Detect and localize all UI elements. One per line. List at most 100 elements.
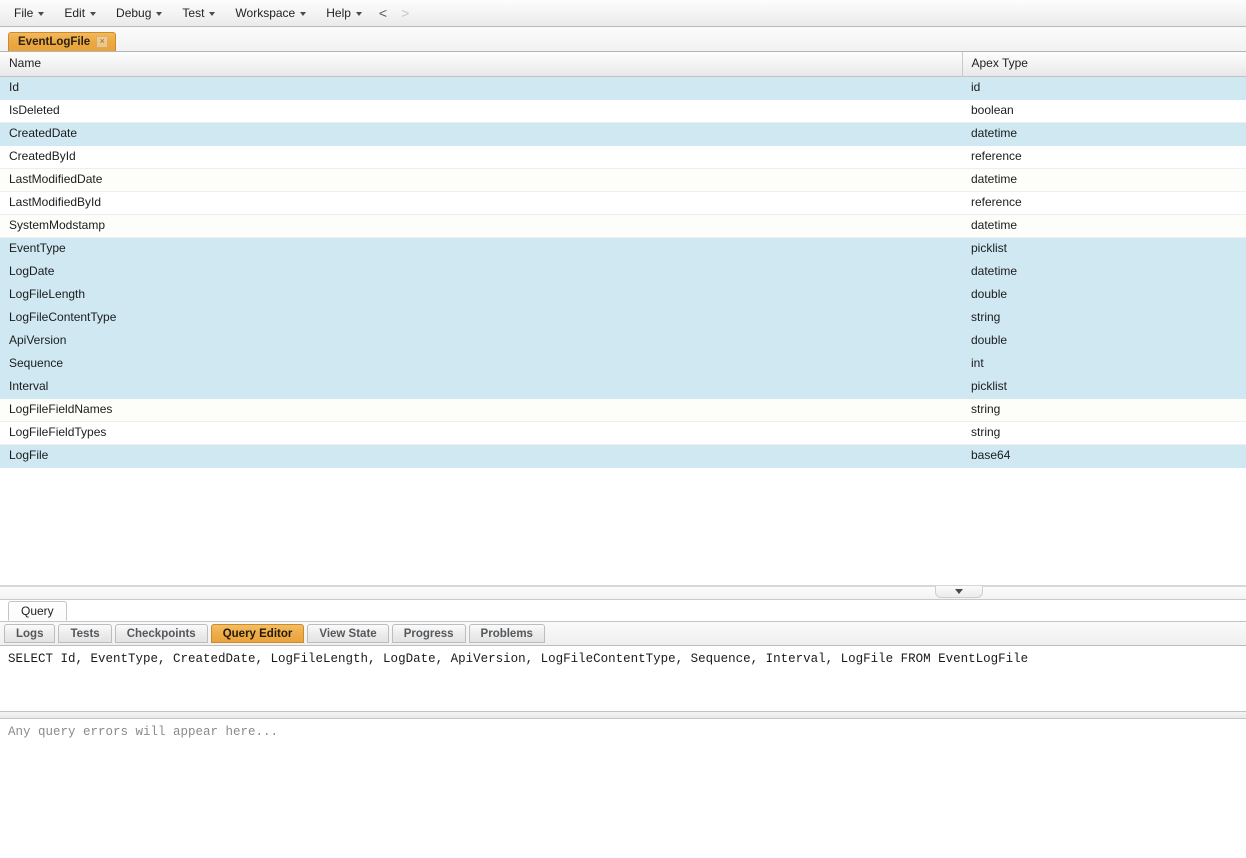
cell-field-name: Interval [0,375,962,399]
collapse-down-icon [955,589,963,595]
table-row[interactable]: ApiVersion double [0,329,1246,353]
document-tab-eventlogfile[interactable]: EventLogFile × [8,32,117,51]
cell-apex-type: datetime [962,122,1246,146]
menu-edit-label: Edit [64,5,86,20]
table-row[interactable]: LogDate datetime [0,260,1246,284]
table-row[interactable]: Interval picklist [0,375,1246,399]
cell-apex-type: picklist [962,375,1246,399]
document-tab-label: EventLogFile [18,36,91,48]
cell-apex-type: double [962,283,1246,307]
table-body: Id id IsDeleted boolean CreatedDate datetime C… [0,76,1246,468]
cell-field-name: LogFileLength [0,283,962,307]
caret-down-icon [38,11,45,16]
table-header: Name Apex Type [0,52,1246,77]
bottom-tab-label: Problems [480,627,533,640]
document-tab-strip: EventLogFile × [0,27,1246,52]
query-editor-pane[interactable]: SELECT Id, EventType, CreatedDate, LogFi… [0,646,1246,713]
bottom-tab-label: Tests [70,627,100,640]
nav-back-icon[interactable]: < [372,3,394,24]
cell-apex-type: double [962,329,1246,353]
cell-field-name: Id [0,76,962,100]
menu-debug-label: Debug [116,5,152,20]
object-fields-table: Name Apex Type Id id IsDeleted boolean Creat… [0,52,1246,468]
table-row[interactable]: LastModifiedById reference [0,191,1246,215]
table-row[interactable]: SystemModstamp datetime [0,214,1246,238]
close-icon[interactable]: × [96,36,109,48]
cell-apex-type: datetime [962,168,1246,192]
table-row[interactable]: IsDeleted boolean [0,99,1246,123]
table-header-row: Name Apex Type [0,52,1246,77]
menu-file[interactable]: File [4,2,54,25]
bottom-tab-tests[interactable]: Tests [58,624,112,644]
cell-field-name: LastModifiedById [0,191,962,215]
bottom-tab-view-state[interactable]: View State [307,624,389,644]
caret-down-icon [90,11,97,16]
bottom-tab-query-editor[interactable]: Query Editor [210,624,305,644]
table-row[interactable]: Id id [0,76,1246,100]
menu-edit[interactable]: Edit [54,2,106,25]
cell-apex-type: string [962,421,1246,445]
bottom-tab-label: Query Editor [222,627,293,640]
caret-down-icon [355,11,362,16]
bottom-tab-checkpoints[interactable]: Checkpoints [114,624,208,644]
table-row[interactable]: LogFileContentType string [0,306,1246,330]
cell-apex-type: string [962,306,1246,330]
table-row[interactable]: LogFile base64 [0,444,1246,468]
bottom-tab-label: Logs [16,627,44,640]
cell-field-name: CreatedDate [0,122,962,146]
menu-test-label: Test [182,5,205,20]
caret-down-icon [209,11,216,16]
cell-field-name: IsDeleted [0,99,962,123]
tab-query-label: Query [21,604,54,619]
cell-field-name: LogFileFieldTypes [0,421,962,445]
bottom-tab-label: View State [319,627,377,640]
table-row[interactable]: LogFileLength double [0,283,1246,307]
cell-apex-type: reference [962,191,1246,215]
caret-down-icon [156,11,163,16]
tab-query[interactable]: Query [8,601,67,622]
panel-splitter[interactable] [0,586,1246,601]
bottom-tab-logs[interactable]: Logs [4,624,56,644]
menu-workspace-label: Workspace [235,5,296,20]
cell-field-name: CreatedById [0,145,962,169]
query-error-placeholder: Any query errors will appear here... [8,725,279,740]
cell-apex-type: boolean [962,99,1246,123]
cell-apex-type: int [962,352,1246,376]
cell-apex-type: reference [962,145,1246,169]
column-header-name[interactable]: Name [0,52,962,77]
bottom-tab-label: Checkpoints [126,627,196,640]
query-editor-input[interactable]: SELECT Id, EventType, CreatedDate, LogFi… [8,652,1238,667]
menu-workspace[interactable]: Workspace [225,2,316,25]
query-editor-divider [0,712,1246,720]
cell-field-name: SystemModstamp [0,214,962,238]
object-fields-table-pane[interactable]: Name Apex Type Id id IsDeleted boolean Creat… [0,52,1246,587]
query-error-pane: Any query errors will appear here... [0,719,1246,858]
cell-apex-type: picklist [962,237,1246,261]
nav-forward-icon[interactable]: > [394,3,416,24]
cell-field-name: LogFile [0,444,962,468]
menu-test[interactable]: Test [172,2,225,25]
collapse-panel-button[interactable] [935,586,983,599]
table-row[interactable]: LastModifiedDate datetime [0,168,1246,192]
cell-field-name: LogFileFieldNames [0,398,962,422]
cell-field-name: LastModifiedDate [0,168,962,192]
bottom-tab-problems[interactable]: Problems [468,624,545,644]
cell-apex-type: string [962,398,1246,422]
menu-help[interactable]: Help [316,2,372,25]
menu-bar: File Edit Debug Test Workspace Help < > [0,0,1246,27]
table-row[interactable]: EventType picklist [0,237,1246,261]
bottom-panel-tab-bar: Logs Tests Checkpoints Query Editor View Sta… [0,622,1246,647]
menu-file-label: File [14,5,34,20]
column-header-apex-type[interactable]: Apex Type [961,52,1246,77]
table-row[interactable]: CreatedDate datetime [0,122,1246,146]
cell-field-name: Sequence [0,352,962,376]
query-subtab-strip: Query [0,600,1246,623]
table-row[interactable]: CreatedById reference [0,145,1246,169]
menu-debug[interactable]: Debug [106,2,172,25]
table-row[interactable]: LogFileFieldTypes string [0,421,1246,445]
table-row[interactable]: Sequence int [0,352,1246,376]
cell-apex-type: datetime [962,214,1246,238]
bottom-tab-label: Progress [403,627,454,640]
table-row[interactable]: LogFileFieldNames string [0,398,1246,422]
bottom-tab-progress[interactable]: Progress [391,624,466,644]
